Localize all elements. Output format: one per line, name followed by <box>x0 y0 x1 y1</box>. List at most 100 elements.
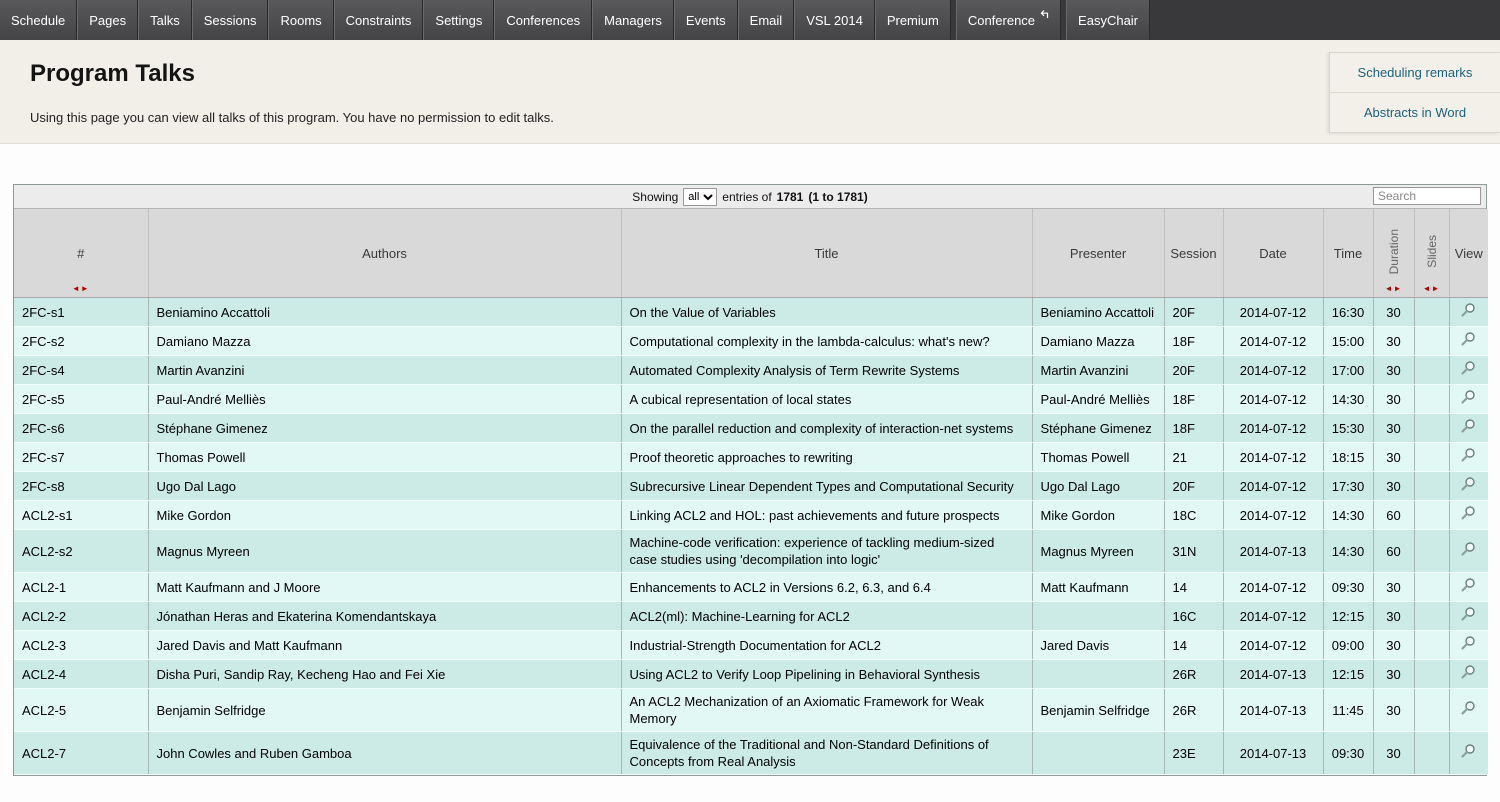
presenter-cell: Martin Avanzini <box>1032 356 1164 385</box>
nav-item-settings[interactable]: Settings <box>423 0 494 40</box>
talks-table-body: 2FC-s1Beniamino AccattoliOn the Value of… <box>14 298 1488 775</box>
title-cell: Proof theoretic approaches to rewriting <box>621 443 1032 472</box>
nav-item-label: Talks <box>150 13 180 28</box>
time-cell: 11:45 <box>1323 689 1373 732</box>
nav-item-easychair[interactable]: EasyChair <box>1066 0 1150 40</box>
nav-item-label: Settings <box>435 13 482 28</box>
view-talk-icon[interactable] <box>1460 302 1477 318</box>
view-talk-icon[interactable] <box>1460 360 1477 376</box>
table-row: 2FC-s2Damiano MazzaComputational complex… <box>14 327 1488 356</box>
date-cell: 2014-07-13 <box>1223 660 1323 689</box>
time-cell: 12:15 <box>1323 602 1373 631</box>
date-cell: 2014-07-13 <box>1223 689 1323 732</box>
table-row: ACL2-s2Magnus MyreenMachine-code verific… <box>14 530 1488 573</box>
nav-item-label: EasyChair <box>1078 13 1138 28</box>
sort-arrows-icon[interactable]: ◄► <box>1374 284 1414 293</box>
nav-item-managers[interactable]: Managers <box>592 0 674 40</box>
nav-item-pages[interactable]: Pages <box>77 0 138 40</box>
title-cell: Using ACL2 to Verify Loop Pipelining in … <box>621 660 1032 689</box>
date-cell: 2014-07-12 <box>1223 573 1323 602</box>
id-cell: 2FC-s4 <box>14 356 148 385</box>
column-header-date[interactable]: Date <box>1223 209 1323 298</box>
nav-item-vsl-2014[interactable]: VSL 2014 <box>794 0 875 40</box>
entries-label: entries of <box>722 190 771 204</box>
table-row: ACL2-7John Cowles and Ruben GamboaEquiva… <box>14 732 1488 775</box>
entries-total: 1781 <box>777 190 804 204</box>
date-cell: 2014-07-13 <box>1223 530 1323 573</box>
view-talk-icon[interactable] <box>1460 606 1477 622</box>
view-talk-icon[interactable] <box>1460 635 1477 651</box>
search-input[interactable] <box>1373 187 1481 205</box>
nav-item-conferences[interactable]: Conferences <box>494 0 592 40</box>
presenter-cell: Jared Davis <box>1032 631 1164 660</box>
nav-item-constraints[interactable]: Constraints <box>334 0 424 40</box>
sort-arrows-icon[interactable]: ◄► <box>1415 284 1449 293</box>
time-cell: 17:30 <box>1323 472 1373 501</box>
view-talk-icon[interactable] <box>1460 476 1477 492</box>
nav-item-premium[interactable]: Premium <box>875 0 951 40</box>
date-cell: 2014-07-12 <box>1223 385 1323 414</box>
entries-per-page-select[interactable]: all <box>683 188 717 206</box>
column-header-authors[interactable]: Authors <box>148 209 621 298</box>
column-header-slides: Slides ◄► <box>1414 209 1449 298</box>
slides-cell <box>1414 573 1449 602</box>
view-talk-icon[interactable] <box>1460 447 1477 463</box>
presenter-cell: Ugo Dal Lago <box>1032 472 1164 501</box>
side-link-scheduling-remarks[interactable]: Scheduling remarks <box>1330 53 1500 92</box>
view-talk-icon[interactable] <box>1460 541 1477 557</box>
authors-cell: Stéphane Gimenez <box>148 414 621 443</box>
view-talk-icon[interactable] <box>1460 664 1477 680</box>
nav-item-label: Premium <box>887 13 939 28</box>
view-talk-icon[interactable] <box>1460 418 1477 434</box>
id-cell: ACL2-7 <box>14 732 148 775</box>
side-link-label: Scheduling remarks <box>1358 65 1473 80</box>
title-cell: Computational complexity in the lambda-c… <box>621 327 1032 356</box>
page-description: Using this page you can view all talks o… <box>30 110 554 125</box>
nav-item-sessions[interactable]: Sessions <box>192 0 269 40</box>
talks-table-container: Showing all entries of 1781 (1 to 1781) … <box>13 184 1487 776</box>
id-cell: 2FC-s2 <box>14 327 148 356</box>
view-talk-icon[interactable] <box>1460 389 1477 405</box>
side-panel: Scheduling remarks Abstracts in Word <box>1329 52 1500 133</box>
authors-cell: Ugo Dal Lago <box>148 472 621 501</box>
nav-item-label: Conference <box>968 13 1035 28</box>
duration-cell: 30 <box>1373 573 1414 602</box>
slides-cell <box>1414 530 1449 573</box>
nav-item-label: Managers <box>604 13 662 28</box>
column-header-time[interactable]: Time <box>1323 209 1373 298</box>
view-talk-icon[interactable] <box>1460 331 1477 347</box>
presenter-cell: Magnus Myreen <box>1032 530 1164 573</box>
title-cell: On the parallel reduction and complexity… <box>621 414 1032 443</box>
nav-item-events[interactable]: Events <box>674 0 738 40</box>
nav-item-talks[interactable]: Talks <box>138 0 192 40</box>
column-header-slides-label[interactable]: Slides <box>1425 235 1439 268</box>
column-header-duration-label[interactable]: Duration <box>1387 229 1401 274</box>
column-header-id-label[interactable]: # <box>77 246 84 261</box>
sort-arrows-icon[interactable]: ◄► <box>14 284 148 293</box>
view-talk-icon[interactable] <box>1460 505 1477 521</box>
column-header-session[interactable]: Session <box>1164 209 1223 298</box>
view-talk-icon[interactable] <box>1460 700 1477 716</box>
side-link-abstracts-in-word[interactable]: Abstracts in Word <box>1330 92 1500 132</box>
view-cell <box>1449 573 1488 602</box>
column-header-date-label: Date <box>1259 246 1286 261</box>
nav-item-schedule[interactable]: Schedule <box>0 0 77 40</box>
view-talk-icon[interactable] <box>1460 743 1477 759</box>
nav-item-label: Rooms <box>280 13 321 28</box>
time-cell: 17:00 <box>1323 356 1373 385</box>
view-talk-icon[interactable] <box>1460 577 1477 593</box>
talks-table: # ◄► Authors Title Presenter Session Dat… <box>14 209 1488 775</box>
slides-cell <box>1414 602 1449 631</box>
presenter-cell: Paul-André Melliès <box>1032 385 1164 414</box>
date-cell: 2014-07-12 <box>1223 414 1323 443</box>
column-header-presenter[interactable]: Presenter <box>1032 209 1164 298</box>
nav-item-rooms[interactable]: Rooms <box>268 0 333 40</box>
nav-item-email[interactable]: Email <box>738 0 795 40</box>
id-cell: ACL2-5 <box>14 689 148 732</box>
column-header-title[interactable]: Title <box>621 209 1032 298</box>
nav-item-conference[interactable]: Conference <box>956 0 1061 40</box>
authors-cell: Jónathan Heras and Ekaterina Komendantsk… <box>148 602 621 631</box>
time-cell: 14:30 <box>1323 530 1373 573</box>
time-cell: 09:00 <box>1323 631 1373 660</box>
time-cell: 15:00 <box>1323 327 1373 356</box>
